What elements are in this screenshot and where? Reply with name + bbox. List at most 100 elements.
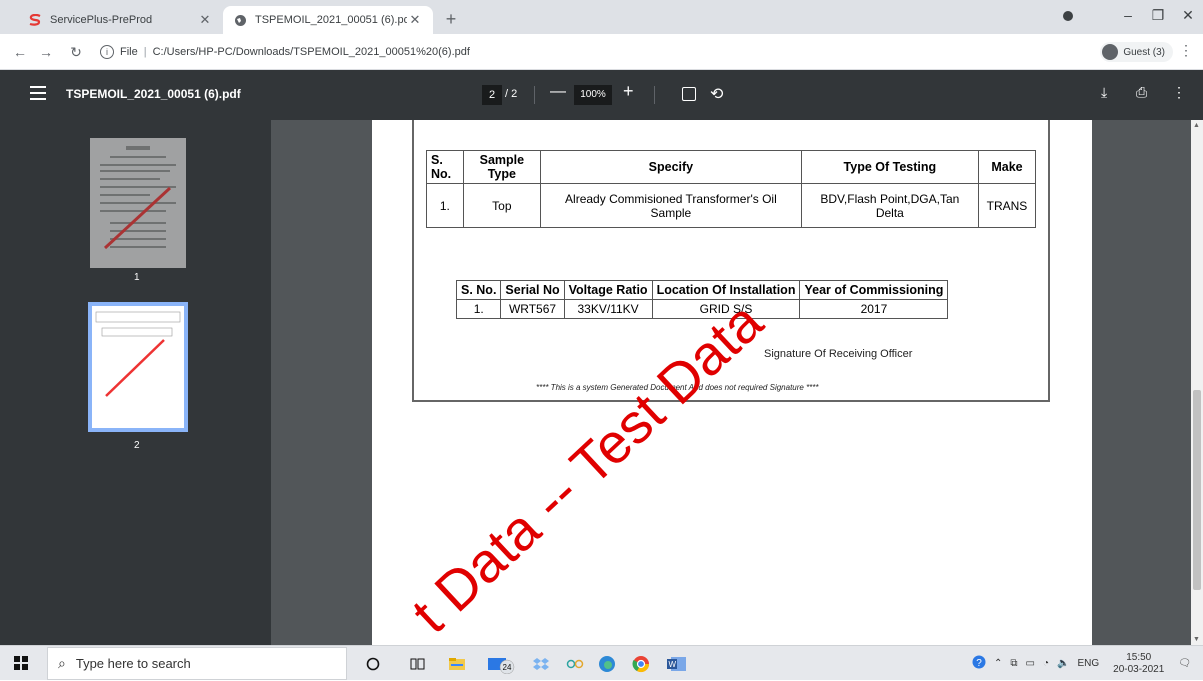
zoom-out-icon[interactable]: — xyxy=(550,83,566,101)
volume-icon[interactable]: 🔈 xyxy=(1057,658,1069,669)
table-header-cell: S. No. xyxy=(455,280,502,300)
tab-title: ServicePlus-PreProd xyxy=(50,14,153,26)
more-options-icon[interactable]: ⋮ xyxy=(1172,84,1186,101)
battery-icon[interactable]: ▭ xyxy=(1026,658,1035,669)
link-app-icon[interactable] xyxy=(564,653,586,675)
taskbar: ⌕ Type here to search 24 W ? ⌃ ⧉ ▭ ◔ 🔈 E… xyxy=(0,645,1203,680)
table-row: 1. Top Already Commisioned Transformer's… xyxy=(426,183,1037,228)
close-tab-icon[interactable]: ✕ xyxy=(407,12,423,28)
page-thumbnail-2[interactable] xyxy=(88,302,188,432)
clock[interactable]: 15:50 20-03-2021 xyxy=(1113,652,1164,676)
minimize-icon[interactable]: – xyxy=(1113,7,1143,23)
document-title: TSPEMOIL_2021_00051 (6).pdf xyxy=(66,87,241,101)
table-header-cell: Voltage Ratio xyxy=(563,280,653,300)
system-tray: ? ⌃ ⧉ ▭ ◔ 🔈 ENG 15:50 20-03-2021 🗨 xyxy=(968,646,1203,681)
browser-tab-strip: ServicePlus-PreProd ✕ TSPEMOIL_2021_0005… xyxy=(0,0,1203,34)
zoom-input[interactable]: 100% xyxy=(574,85,612,105)
table-header-cell: Serial No xyxy=(500,280,565,300)
table-cell: Top xyxy=(462,183,542,228)
url-field[interactable]: i File | C:/Users/HP-PC/Downloads/TSPEMO… xyxy=(100,40,1080,64)
sample-details-table: S. No. Sample Type Specify Type Of Testin… xyxy=(426,150,1037,228)
browser-menu-icon[interactable]: ⋮ xyxy=(1179,42,1193,59)
info-icon[interactable]: i xyxy=(100,45,114,59)
search-icon: ⌕ xyxy=(58,655,66,671)
table-header-row: S. No. Sample Type Specify Type Of Testin… xyxy=(426,150,1037,184)
tab-serviceplus[interactable]: ServicePlus-PreProd ✕ xyxy=(18,6,223,34)
search-placeholder: Type here to search xyxy=(75,656,191,671)
new-tab-button[interactable]: + xyxy=(440,9,462,31)
taskbar-search-input[interactable]: ⌕ Type here to search xyxy=(47,647,347,680)
back-icon[interactable]: ← xyxy=(10,42,30,62)
tab-title: TSPEMOIL_2021_00051 (6).pdf xyxy=(255,14,407,26)
scrollbar[interactable]: ▲ ▼ xyxy=(1191,120,1203,645)
edge-icon[interactable] xyxy=(596,653,618,675)
table-header-cell: Type Of Testing xyxy=(800,150,979,184)
thumbnail-sidebar: 1 2 xyxy=(0,120,271,645)
table-cell: BDV,Flash Point,DGA,Tan Delta xyxy=(800,183,979,228)
table-cell: TRANS xyxy=(977,183,1037,228)
help-icon[interactable]: ? xyxy=(972,655,986,672)
signature-label: Signature Of Receiving Officer xyxy=(764,348,913,360)
clock-time: 15:50 xyxy=(1126,651,1152,663)
tab-pdf[interactable]: TSPEMOIL_2021_00051 (6).pdf ✕ xyxy=(223,6,433,34)
toolbar-divider xyxy=(534,86,535,104)
forward-icon[interactable]: → xyxy=(36,42,56,62)
print-icon[interactable]: ⎙ xyxy=(1136,84,1147,101)
table-cell: 1. xyxy=(455,299,502,319)
dropbox-icon[interactable] xyxy=(530,653,552,675)
wifi-icon[interactable]: ◔ xyxy=(1043,658,1049,669)
table-cell: 33KV/11KV xyxy=(563,299,653,319)
table-header-cell: Year of Commissioning xyxy=(799,280,949,300)
chrome-icon[interactable] xyxy=(630,653,652,675)
globe-icon xyxy=(233,13,247,27)
toolbar-divider xyxy=(654,86,655,104)
table-header-cell: Specify xyxy=(540,150,802,184)
thumbnail-label: 1 xyxy=(134,272,140,283)
download-icon[interactable]: ⤓ xyxy=(1101,84,1107,101)
equipment-table: S. No. Serial No Voltage Ratio Location … xyxy=(455,280,949,319)
cortana-icon[interactable] xyxy=(362,653,384,675)
mail-badge: 24 xyxy=(503,663,512,672)
page-number-input[interactable]: 2 xyxy=(482,85,502,105)
clock-date: 20-03-2021 xyxy=(1113,663,1165,675)
close-tab-icon[interactable]: ✕ xyxy=(197,12,213,28)
word-icon[interactable]: W xyxy=(666,653,688,675)
task-view-icon[interactable] xyxy=(407,653,429,675)
table-header-row: S. No. Serial No Voltage Ratio Location … xyxy=(455,280,949,300)
notifications-icon[interactable]: 🗨 xyxy=(1178,658,1191,669)
reload-icon[interactable]: ↻ xyxy=(66,42,86,62)
zoom-in-icon[interactable]: + xyxy=(623,81,634,102)
network-icon[interactable]: ⧉ xyxy=(1010,658,1017,669)
serviceplus-favicon-icon xyxy=(28,13,42,27)
table-header-cell: Make xyxy=(977,150,1037,184)
scroll-down-icon[interactable]: ▼ xyxy=(1193,636,1200,643)
pdf-viewer[interactable]: S. No. Sample Type Specify Type Of Testin… xyxy=(271,120,1191,645)
page-total: / 2 xyxy=(505,88,518,100)
page-thumbnail-1[interactable] xyxy=(90,138,186,268)
restore-icon[interactable]: ❐ xyxy=(1143,7,1173,24)
url-scheme-label: File xyxy=(120,46,138,58)
rotate-icon[interactable]: ⟲ xyxy=(710,84,723,104)
url-text: C:/Users/HP-PC/Downloads/TSPEMOIL_2021_0… xyxy=(152,46,470,58)
address-bar: ← → ↻ i File | C:/Users/HP-PC/Downloads/… xyxy=(0,34,1203,70)
table-cell: 1. xyxy=(426,183,464,228)
language-indicator[interactable]: ENG xyxy=(1077,658,1099,669)
profile-indicator-icon[interactable] xyxy=(1063,11,1073,21)
avatar xyxy=(1102,44,1119,60)
scroll-up-icon[interactable]: ▲ xyxy=(1193,122,1200,129)
url-separator: | xyxy=(143,46,147,58)
table-cell: 2017 xyxy=(799,299,949,319)
menu-icon[interactable] xyxy=(30,86,46,102)
windows-start-icon[interactable] xyxy=(14,656,28,670)
profile-button[interactable]: Guest (3) xyxy=(1100,42,1173,62)
table-header-cell: S. No. xyxy=(426,150,464,184)
file-explorer-icon[interactable] xyxy=(446,653,468,675)
scroll-thumb[interactable] xyxy=(1193,390,1201,590)
chevron-up-icon[interactable]: ⌃ xyxy=(994,658,1002,669)
thumbnail-label: 2 xyxy=(134,440,140,451)
window-controls: – ❐ ✕ xyxy=(1113,0,1203,30)
fit-to-page-icon[interactable] xyxy=(682,87,696,101)
mail-icon[interactable]: 24 xyxy=(486,653,516,675)
close-window-icon[interactable]: ✕ xyxy=(1173,7,1203,24)
table-cell: WRT567 xyxy=(500,299,565,319)
